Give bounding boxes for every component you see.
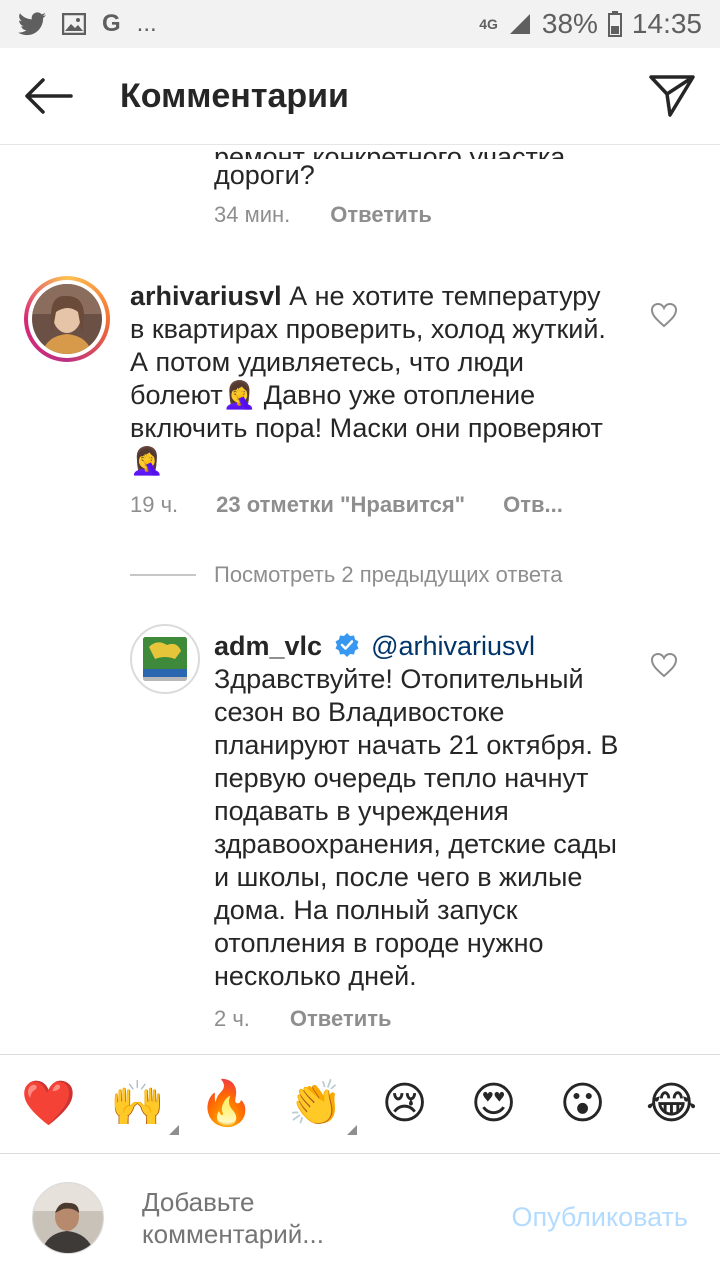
comment-time: 19 ч.	[130, 492, 179, 517]
battery-icon	[607, 11, 622, 37]
reply-meta: 2 ч. Ответить	[214, 1006, 392, 1032]
view-previous-label: Посмотреть 2 предыдущих ответа	[214, 562, 563, 587]
paper-plane-icon	[649, 75, 695, 117]
notification-icons: G ...	[18, 10, 157, 38]
like-comment-heart-icon[interactable]	[650, 302, 678, 328]
status-bar: G ... 4G 38% 14:35	[0, 0, 720, 48]
signal-icon	[509, 14, 530, 34]
battery-percent: 38%	[541, 8, 598, 39]
clock: 14:35	[631, 8, 702, 39]
verified-badge-icon	[335, 633, 359, 657]
emoji-surprised-button[interactable]: 😮	[548, 1069, 618, 1139]
back-button[interactable]	[0, 48, 96, 144]
reply-button[interactable]: Отв...	[503, 492, 563, 518]
my-avatar	[32, 1181, 104, 1254]
comment-time: 34 мин.	[214, 202, 291, 227]
comment-avatar[interactable]	[24, 276, 110, 362]
emoji-laughing-button[interactable]: 😂	[637, 1069, 707, 1139]
view-previous-replies[interactable]: Посмотреть 2 предыдущих ответа	[130, 562, 562, 588]
skin-tone-indicator	[168, 1125, 179, 1135]
reply-time: 2 ч.	[214, 1006, 250, 1031]
emoji-clap-button[interactable]: 👏	[281, 1069, 357, 1139]
comment-username[interactable]: arhivariusvl	[130, 281, 282, 311]
partial-comment-meta: 34 мин. Ответить	[214, 202, 432, 228]
more-notifications-icon: ...	[136, 10, 157, 37]
twitter-icon	[18, 12, 46, 36]
likes-count[interactable]: 23 отметки "Нравится"	[216, 492, 465, 518]
comment-input-bar: Опубликовать	[0, 1155, 720, 1280]
reply-button[interactable]: Ответить	[290, 1006, 392, 1032]
partial-comment-text: ремонт конкретного участка дороги?	[214, 144, 566, 190]
publish-button[interactable]: Опубликовать	[511, 1202, 688, 1233]
reply-button[interactable]: Ответить	[330, 202, 432, 228]
page-title: Комментарии	[120, 76, 349, 115]
comment-body: arhivariusvl А не хотите температуру в к…	[130, 280, 620, 478]
reply-avatar[interactable]	[130, 624, 200, 694]
reply-mention[interactable]: @arhivariusvl	[371, 631, 535, 661]
gallery-icon	[62, 13, 86, 35]
city-emblem-avatar	[135, 629, 195, 689]
like-reply-heart-icon[interactable]	[650, 652, 678, 678]
network-type: 4G	[479, 16, 498, 32]
comments-list[interactable]: ремонт конкретного участка дороги? 34 ми…	[0, 144, 720, 1054]
reply-body: adm_vlc @arhivariusvl Здравствуйте! Отоп…	[214, 630, 634, 993]
divider-line	[130, 574, 196, 576]
user-photo-avatar	[32, 284, 102, 354]
reply-username[interactable]: adm_vlc	[214, 631, 322, 661]
comment-input[interactable]	[142, 1185, 442, 1250]
reply-text: Здравствуйте! Отопительный сезон во Влад…	[214, 664, 619, 991]
emoji-fire-button[interactable]: 🔥	[192, 1069, 262, 1139]
first-comment-meta: 19 ч. 23 отметки "Нравится" Отв...	[130, 492, 563, 518]
share-button[interactable]	[624, 48, 720, 144]
google-icon: G	[102, 10, 121, 37]
arrow-left-icon	[25, 78, 73, 114]
emoji-heart-eyes-button[interactable]: 😍	[459, 1069, 529, 1139]
emoji-quick-bar: ❤️ 🙌 🔥 👏 😢 😍 😮 😂	[0, 1054, 720, 1154]
top-bar: Комментарии	[0, 48, 720, 144]
emoji-heart-button[interactable]: ❤️	[14, 1069, 84, 1139]
emoji-crying-button[interactable]: 😢	[370, 1069, 440, 1139]
emoji-raised-hands-button[interactable]: 🙌	[103, 1069, 179, 1139]
skin-tone-indicator	[346, 1125, 357, 1135]
